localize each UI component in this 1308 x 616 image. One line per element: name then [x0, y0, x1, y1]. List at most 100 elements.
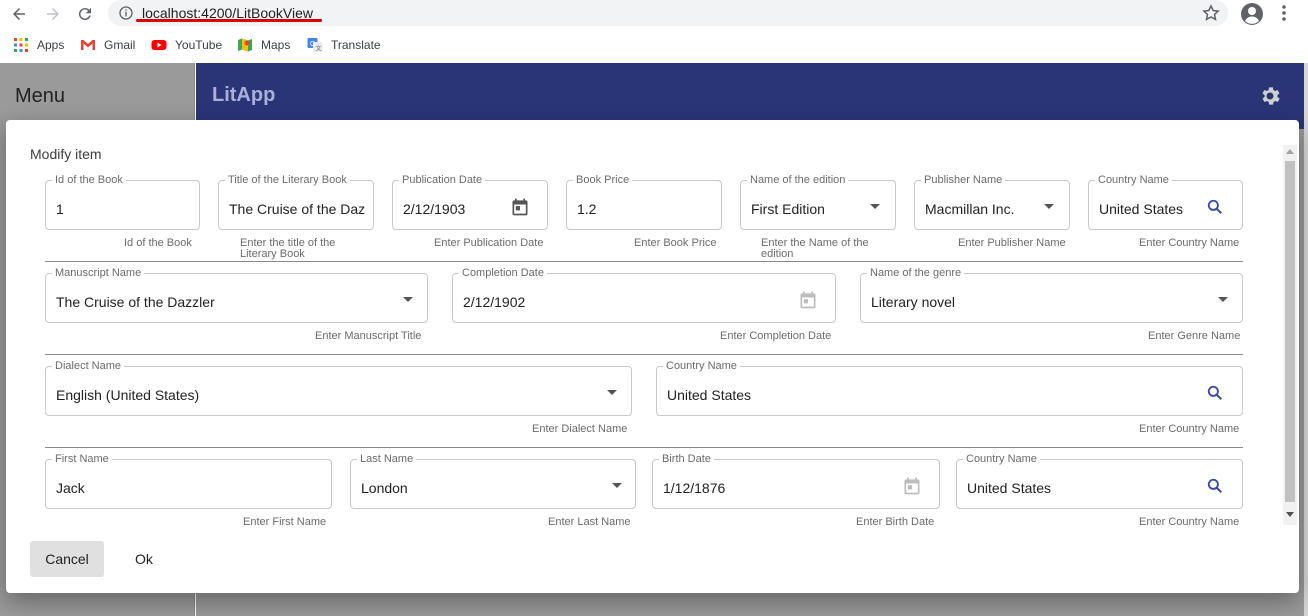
book-title-field[interactable]: Title of the Literary Book The Cruise of…	[218, 174, 374, 230]
translate-icon: G文	[307, 38, 323, 53]
bookmark-label: Translate	[331, 38, 381, 52]
forward-button[interactable]	[42, 3, 64, 25]
field-value: 1/12/1876	[663, 480, 726, 496]
bookmark-gmail[interactable]: Gmail	[80, 37, 135, 53]
book-id-field[interactable]: Id of the Book 1	[45, 174, 200, 230]
app-title: LitApp	[212, 84, 276, 106]
field-value: United States	[1099, 201, 1184, 217]
field-label: Manuscript Name	[52, 267, 145, 279]
profile-avatar-icon[interactable]	[1240, 2, 1264, 26]
arrow-right-icon	[47, 8, 59, 20]
calendar-icon[interactable]	[510, 197, 530, 217]
field-value: Jack	[56, 480, 85, 496]
field-label: Country Name	[963, 453, 1040, 465]
dropdown-caret-icon[interactable]	[1044, 204, 1054, 209]
cancel-button[interactable]: Cancel	[30, 541, 104, 577]
helper-text: Enter the title of the Literary Book	[240, 237, 336, 260]
search-icon[interactable]	[1205, 197, 1225, 217]
field-label: Country Name	[663, 360, 740, 372]
calendar-icon[interactable]	[902, 476, 922, 496]
settings-gear-icon[interactable]	[1258, 84, 1282, 108]
scroll-down-arrow-icon[interactable]	[1286, 512, 1294, 517]
field-label: Country Name	[1095, 174, 1172, 186]
bookmark-star-icon[interactable]	[1201, 3, 1221, 23]
helper-text: Enter Book Price	[634, 237, 717, 249]
dropdown-caret-icon[interactable]	[403, 297, 413, 302]
bookmark-youtube[interactable]: YouTube	[151, 37, 222, 53]
publication-date-field[interactable]: Publication Date 2/12/1903	[392, 174, 548, 230]
dropdown-caret-icon[interactable]	[612, 483, 622, 488]
info-icon[interactable]	[118, 5, 134, 21]
search-icon[interactable]	[1205, 383, 1225, 403]
helper-text: Enter Genre Name	[1148, 330, 1241, 342]
dropdown-caret-icon[interactable]	[870, 204, 880, 209]
helper-text: Enter First Name	[243, 516, 327, 528]
helper-text: Enter Publication Date	[434, 237, 544, 249]
birth-date-field[interactable]: Birth Date 1/12/1876	[652, 453, 940, 509]
field-value: First Edition	[751, 201, 825, 217]
url-underline-annotation	[136, 19, 322, 22]
first-name-field[interactable]: First Name Jack	[45, 453, 332, 509]
field-value: English (United States)	[56, 387, 200, 403]
field-label: Completion Date	[459, 267, 547, 279]
field-label: Last Name	[357, 453, 417, 465]
helper-text: Enter Publisher Name	[958, 237, 1066, 249]
field-value: London	[361, 480, 408, 496]
author-country-field[interactable]: Country Name United States	[956, 453, 1243, 509]
dialog-scrollbar[interactable]	[1283, 145, 1297, 525]
dialect-name-select[interactable]: Dialect Name English (United States)	[45, 360, 632, 416]
dropdown-caret-icon[interactable]	[607, 390, 617, 395]
field-value: 2/12/1903	[403, 201, 466, 217]
helper-text: Enter Country Name	[1139, 423, 1240, 435]
maps-icon	[238, 38, 252, 52]
dropdown-caret-icon[interactable]	[1218, 297, 1228, 302]
calendar-icon[interactable]	[798, 290, 818, 310]
back-button[interactable]	[8, 3, 30, 25]
book-price-field[interactable]: Book Price 1.2	[566, 174, 722, 230]
browser-menu-icon[interactable]	[1276, 3, 1292, 23]
bookmark-maps[interactable]: Maps	[237, 37, 290, 53]
field-label: Title of the Literary Book	[225, 174, 350, 186]
manuscript-name-select[interactable]: Manuscript Name The Cruise of the Dazzle…	[45, 267, 428, 323]
bookmarks-bar: Apps Gmail YouTube Maps G文 Translate	[0, 30, 1308, 60]
field-label: Publisher Name	[921, 174, 1006, 186]
menu-title: Menu	[15, 85, 66, 107]
publisher-name-select[interactable]: Publisher Name Macmillan Inc.	[914, 174, 1070, 230]
section-divider	[45, 354, 1243, 355]
search-icon[interactable]	[1205, 476, 1225, 496]
scrollbar-thumb[interactable]	[1285, 161, 1295, 502]
field-value: Literary novel	[871, 294, 956, 310]
reload-button[interactable]	[74, 3, 96, 25]
field-value: The Cruise of the Dazzler	[56, 294, 215, 310]
field-value: United States	[967, 480, 1052, 496]
field-value: The Cruise of the Dazzler	[229, 201, 365, 217]
bookmark-label: Maps	[261, 38, 291, 52]
completion-date-field[interactable]: Completion Date 2/12/1902	[452, 267, 836, 323]
edition-name-select[interactable]: Name of the edition First Edition	[740, 174, 896, 230]
bookmark-translate[interactable]: G文 Translate	[307, 37, 381, 53]
section-divider	[45, 447, 1243, 448]
modify-item-dialog: Modify item Id of the Book 1 Id of the B…	[6, 120, 1299, 593]
window-edge	[1304, 63, 1308, 616]
last-name-select[interactable]: Last Name London	[350, 453, 636, 509]
bookmark-label: Apps	[37, 38, 65, 52]
scroll-up-arrow-icon[interactable]	[1286, 149, 1294, 154]
country-name-field[interactable]: Country Name United States	[1088, 174, 1243, 230]
genre-name-select[interactable]: Name of the genre Literary novel	[860, 267, 1243, 323]
field-label: Name of the edition	[747, 174, 849, 186]
helper-text: Enter Country Name	[1139, 237, 1240, 249]
bookmark-apps[interactable]: Apps	[13, 37, 64, 53]
helper-text: Enter Dialect Name	[532, 423, 628, 435]
field-label: Name of the genre	[867, 267, 965, 279]
helper-text: Enter Last Name	[548, 516, 631, 528]
bookmark-label: Gmail	[104, 38, 136, 52]
field-label: First Name	[52, 453, 112, 465]
helper-text: Enter Birth Date	[856, 516, 935, 528]
field-label: Book Price	[573, 174, 633, 186]
dialect-country-field[interactable]: Country Name United States	[656, 360, 1243, 416]
dialog-title: Modify item	[30, 146, 102, 162]
ok-button[interactable]: Ok	[124, 541, 164, 577]
youtube-icon	[151, 40, 167, 50]
reload-icon	[78, 8, 91, 21]
address-bar[interactable]: localhost:4200/LitBookView	[108, 0, 1228, 26]
